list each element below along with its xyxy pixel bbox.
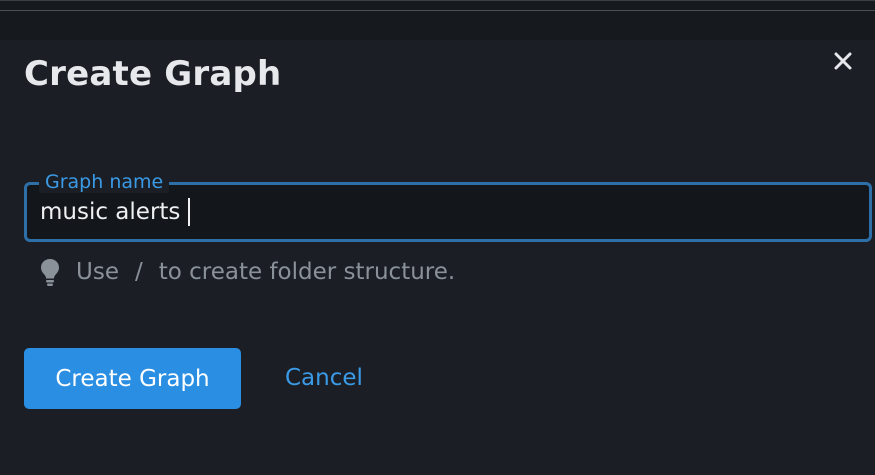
close-icon xyxy=(834,52,852,70)
dialog-title: Create Graph xyxy=(24,54,282,94)
folder-hint: Use / to create folder structure. xyxy=(38,256,455,288)
lightbulb-icon xyxy=(41,259,59,286)
cancel-button[interactable]: Cancel xyxy=(275,358,373,398)
create-graph-button[interactable]: Create Graph xyxy=(24,348,241,409)
hint-suffix: to create folder structure. xyxy=(158,259,456,285)
graph-name-field[interactable]: Graph name xyxy=(24,171,872,242)
create-graph-dialog: Create Graph Graph name Use / to create … xyxy=(0,0,875,475)
text-caret xyxy=(188,198,190,226)
hint-prefix: Use xyxy=(76,259,119,285)
graph-name-label: Graph name xyxy=(39,171,170,193)
graph-name-input[interactable] xyxy=(40,195,830,229)
close-button[interactable] xyxy=(829,47,857,75)
hint-slash: / xyxy=(134,259,143,285)
